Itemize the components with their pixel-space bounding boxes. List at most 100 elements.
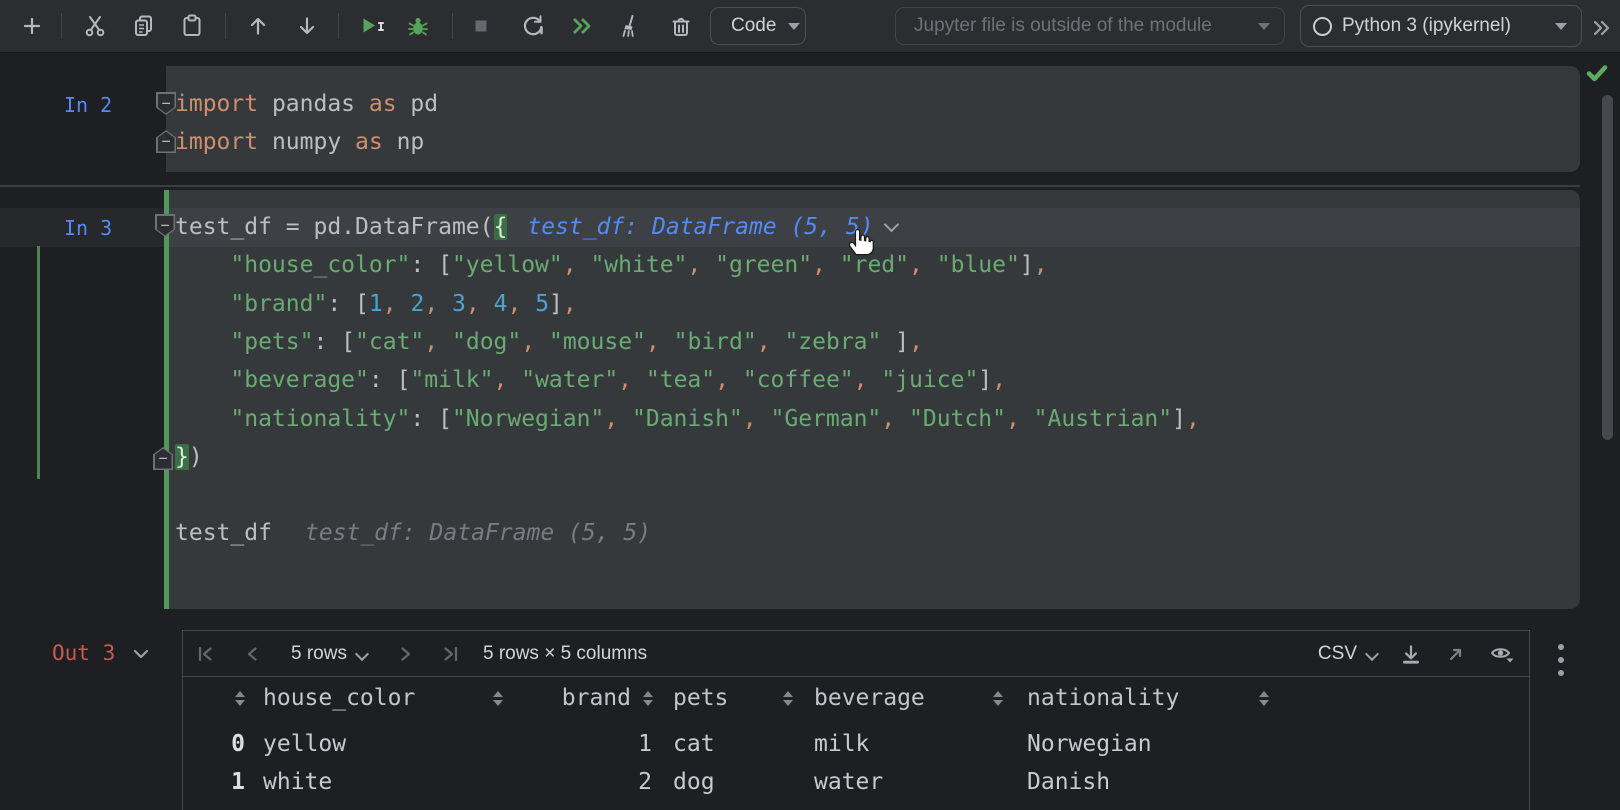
editor-scrollbar[interactable] bbox=[1602, 95, 1613, 440]
chevron-down-icon bbox=[1258, 22, 1270, 30]
code-line[interactable]: import pandas as pd bbox=[175, 85, 438, 123]
run-cell-icon[interactable] bbox=[356, 12, 388, 40]
table-cell[interactable]: 1 bbox=[511, 731, 661, 757]
code-token: "yellow" bbox=[451, 252, 563, 279]
table-header-cell[interactable]: brand bbox=[511, 685, 661, 711]
table-header-cell[interactable]: house_color bbox=[251, 685, 511, 711]
row-index-cell[interactable]: 1 bbox=[183, 769, 251, 795]
table-row[interactable]: 1 white 2 dog water Danish bbox=[183, 763, 1529, 801]
table-cell[interactable]: dog bbox=[661, 769, 801, 795]
table-cell[interactable]: cat bbox=[661, 731, 801, 757]
chevron-down-icon bbox=[1364, 646, 1380, 661]
code-token: test_df bbox=[175, 520, 272, 547]
stop-icon[interactable] bbox=[467, 12, 495, 40]
next-page-icon[interactable] bbox=[393, 642, 417, 666]
out3-label: Out 3 bbox=[52, 641, 116, 665]
code-token: : [ bbox=[410, 405, 452, 432]
last-page-icon[interactable] bbox=[439, 642, 463, 666]
download-icon[interactable] bbox=[1399, 642, 1423, 666]
kernel-label: Python 3 (ipykernel) bbox=[1342, 15, 1511, 36]
module-warning-dropdown[interactable]: Jupyter file is outside of the module bbox=[895, 7, 1285, 45]
table-header-cell[interactable]: pets bbox=[661, 685, 801, 711]
move-cell-down-icon[interactable] bbox=[293, 12, 321, 40]
cell-success-check-icon bbox=[1585, 61, 1609, 85]
chevron-down-icon bbox=[788, 22, 801, 30]
code-token: , bbox=[618, 367, 633, 394]
table-pagination-bar: 5 rows 5 rows × 5 columns CSV bbox=[183, 631, 1529, 677]
kernel-selector[interactable]: Python 3 (ipykernel) bbox=[1300, 5, 1582, 47]
column-label: pets bbox=[673, 685, 729, 711]
code-line[interactable]: "nationality": ["Norwegian", "Danish", "… bbox=[175, 400, 1199, 438]
chevron-down-icon[interactable] bbox=[883, 216, 899, 233]
code-token: "milk" bbox=[410, 367, 494, 394]
toolbar-overflow-icon[interactable] bbox=[1588, 14, 1614, 42]
code-line[interactable]: "beverage": ["milk", "water", "tea", "co… bbox=[175, 361, 1006, 399]
table-cell[interactable]: Danish bbox=[1011, 769, 1291, 795]
matched-brace: { bbox=[493, 214, 508, 240]
code-line[interactable]: import numpy as np bbox=[175, 123, 424, 161]
table-dimensions-summary: 5 rows × 5 columns bbox=[482, 642, 648, 664]
export-format-dropdown[interactable]: CSV bbox=[1318, 643, 1380, 665]
code-token: 2 bbox=[410, 290, 425, 317]
code-line[interactable]: "house_color": ["yellow", "white", "gree… bbox=[175, 246, 1047, 284]
code-token: "pets" bbox=[230, 328, 314, 355]
restart-kernel-icon[interactable] bbox=[519, 12, 547, 40]
sort-icon[interactable] bbox=[235, 690, 245, 706]
variable-inlay-hint[interactable]: test_df: DataFrame (5, 5) bbox=[527, 214, 873, 240]
code-line[interactable]: test_df = pd.DataFrame({test_df: DataFra… bbox=[175, 208, 899, 246]
view-options-eye-icon[interactable] bbox=[1489, 642, 1515, 666]
sort-icon[interactable] bbox=[993, 690, 1003, 706]
code-token: "white" bbox=[590, 252, 688, 279]
code-line[interactable]: }) bbox=[175, 438, 203, 476]
table-cell[interactable]: 2 bbox=[511, 769, 661, 795]
prev-page-icon[interactable] bbox=[241, 642, 265, 666]
column-label: house_color bbox=[263, 685, 416, 711]
sort-icon[interactable] bbox=[493, 690, 503, 706]
add-cell-icon[interactable] bbox=[18, 12, 46, 40]
table-header-cell[interactable]: nationality bbox=[1011, 685, 1291, 711]
cell-in-2[interactable]: import pandas as pd import numpy as np bbox=[166, 66, 1580, 172]
delete-cell-trash-icon[interactable] bbox=[667, 12, 695, 40]
code-token: "coffee" bbox=[742, 367, 854, 394]
cut-icon[interactable] bbox=[81, 12, 109, 40]
table-header-cell[interactable] bbox=[183, 690, 251, 706]
output-kebab-menu-icon[interactable] bbox=[1551, 638, 1571, 682]
sort-icon[interactable] bbox=[643, 690, 653, 706]
run-all-icon[interactable] bbox=[567, 12, 595, 40]
first-page-icon[interactable] bbox=[193, 642, 217, 666]
variable-inlay-hint[interactable]: test_df: DataFrame (5, 5) bbox=[305, 520, 651, 546]
cell-in2-label: In 2 bbox=[64, 93, 113, 117]
table-cell[interactable]: milk bbox=[801, 731, 1011, 757]
table-cell[interactable]: water bbox=[801, 769, 1011, 795]
code-line[interactable]: test_df test_df: DataFrame (5, 5) bbox=[175, 514, 651, 552]
code-line[interactable]: "brand": [1, 2, 3, 4, 5], bbox=[175, 285, 576, 323]
move-cell-up-icon[interactable] bbox=[244, 12, 272, 40]
table-header-cell[interactable]: beverage bbox=[801, 685, 1011, 711]
clear-outputs-broom-icon[interactable] bbox=[615, 12, 643, 40]
open-in-new-icon[interactable] bbox=[1445, 643, 1467, 665]
table-cell[interactable]: Norwegian bbox=[1011, 731, 1291, 757]
sort-icon[interactable] bbox=[783, 690, 793, 706]
row-index-cell[interactable]: 0 bbox=[183, 731, 251, 757]
cell-type-dropdown[interactable]: Code bbox=[710, 7, 806, 45]
toolbar-separator bbox=[452, 13, 453, 39]
code-line[interactable]: "pets": ["cat", "dog", "mouse", "bird", … bbox=[175, 323, 923, 361]
code-token: ] bbox=[549, 290, 563, 317]
sort-icon[interactable] bbox=[1259, 690, 1269, 706]
paste-icon[interactable] bbox=[178, 12, 206, 40]
out3-collapse-chevron-icon[interactable] bbox=[131, 644, 151, 664]
table-cell[interactable]: white bbox=[251, 769, 511, 795]
code-token: , bbox=[562, 252, 577, 279]
table-cell[interactable]: yellow bbox=[251, 731, 511, 757]
table-row[interactable]: 0 yellow 1 cat milk Norwegian bbox=[183, 725, 1529, 763]
copy-icon[interactable] bbox=[130, 12, 158, 40]
debug-cell-icon[interactable] bbox=[404, 12, 432, 40]
rows-per-page-dropdown[interactable]: 5 rows bbox=[291, 643, 370, 665]
code-token: "water" bbox=[521, 367, 619, 394]
